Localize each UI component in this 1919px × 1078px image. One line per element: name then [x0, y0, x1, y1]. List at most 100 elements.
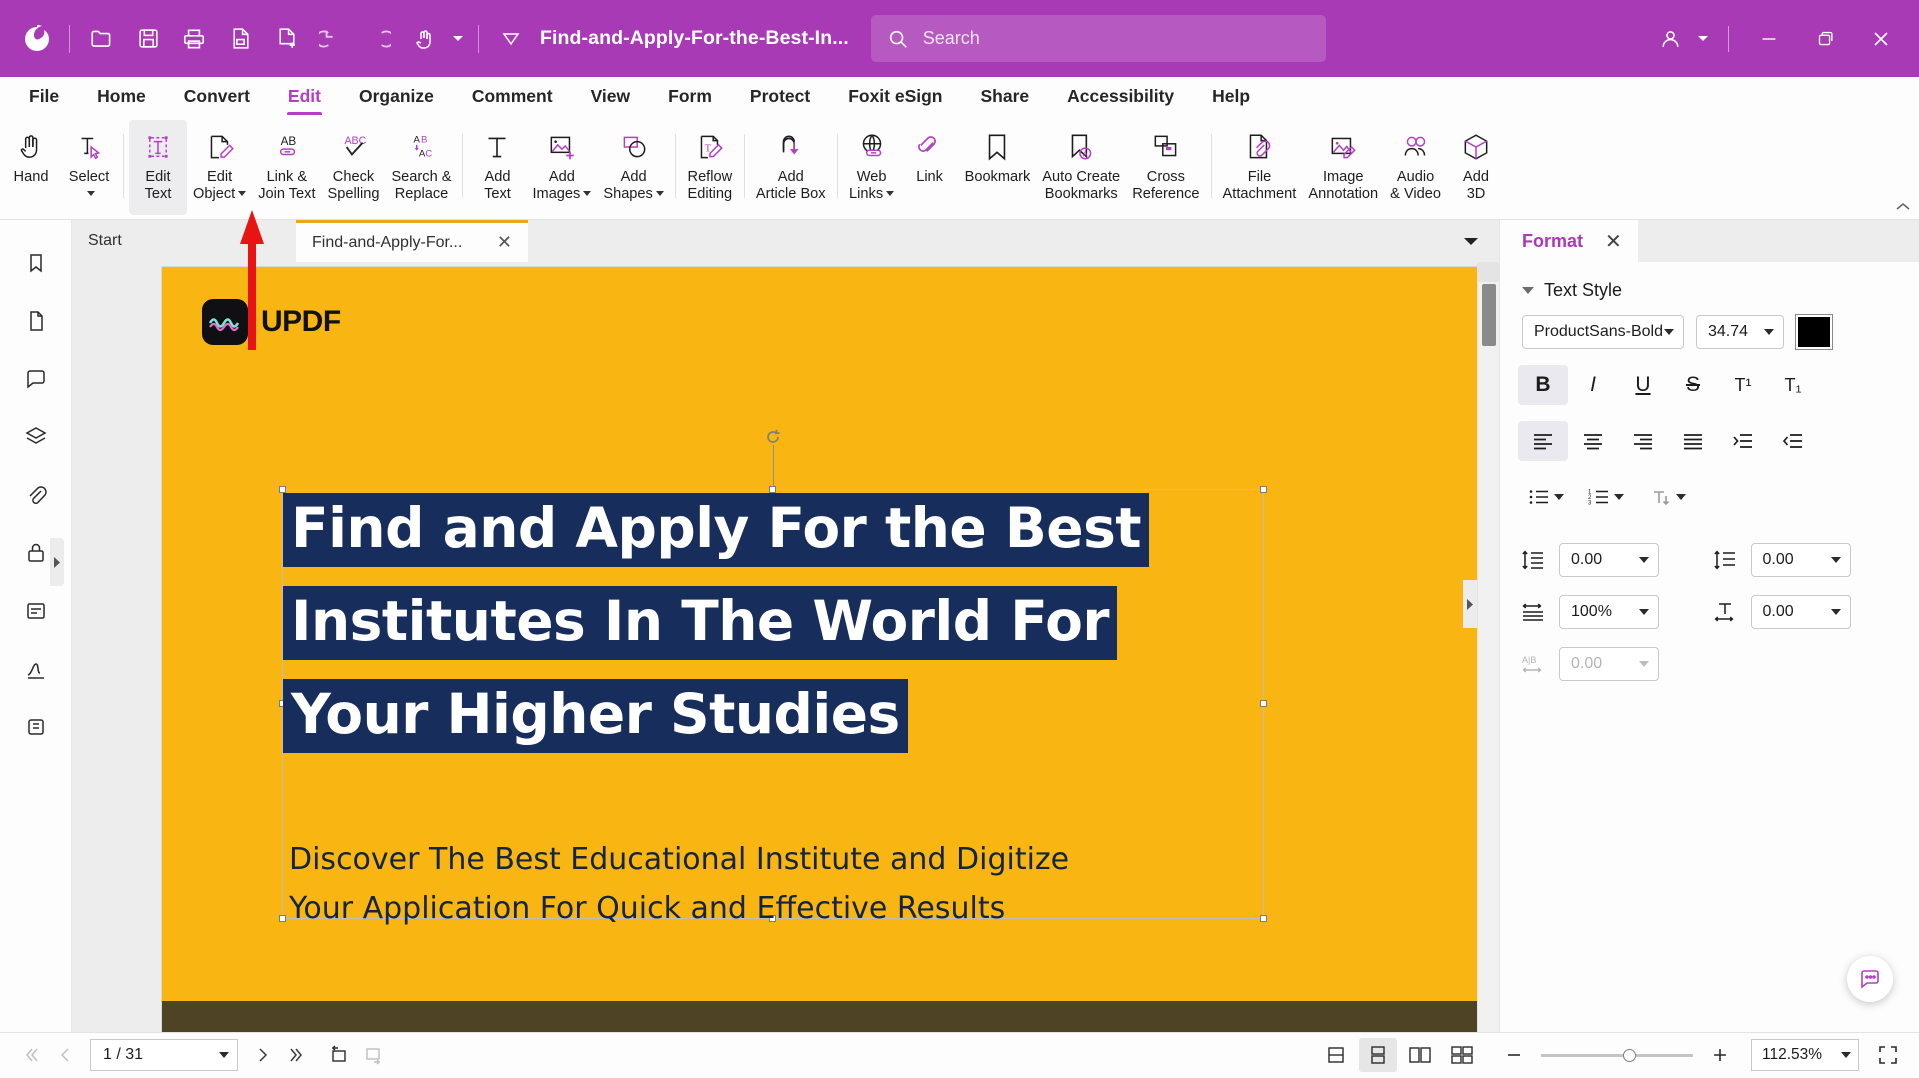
font-family-select[interactable]: ProductSans-Bold [1522, 315, 1684, 349]
decrease-indent-button[interactable] [1768, 421, 1818, 461]
accessibility-panel-icon[interactable] [13, 704, 59, 750]
horizontal-scale-select[interactable]: 100% [1559, 595, 1659, 629]
comments-panel-icon[interactable] [13, 356, 59, 402]
ribbon-button-check-spelling[interactable]: ABCCheckSpelling [322, 120, 386, 215]
menu-item-accessibility[interactable]: Accessibility [1048, 77, 1193, 115]
restore-button[interactable] [1797, 11, 1853, 67]
new-document-icon[interactable] [263, 16, 309, 62]
search-input[interactable]: Search [871, 15, 1326, 62]
font-color-swatch[interactable] [1796, 315, 1832, 349]
first-page-button[interactable] [14, 1038, 48, 1072]
two-page-view-button[interactable] [1401, 1038, 1439, 1072]
ribbon-button-hand[interactable]: Hand [2, 120, 60, 215]
resize-handle-se[interactable] [1260, 915, 1267, 922]
align-left-button[interactable] [1518, 421, 1568, 461]
page-thumbnails-icon[interactable] [13, 298, 59, 344]
single-page-view-button[interactable] [1317, 1038, 1355, 1072]
menu-item-protect[interactable]: Protect [731, 77, 829, 115]
ribbon-button-web-links[interactable]: WebLinks [843, 120, 901, 215]
tab-start[interactable]: Start [72, 220, 296, 262]
chevron-down-icon[interactable] [238, 191, 246, 196]
email-document-icon[interactable] [217, 16, 263, 62]
menu-item-comment[interactable]: Comment [453, 77, 572, 115]
expand-left-panel-button[interactable] [50, 538, 64, 586]
increase-indent-button[interactable] [1718, 421, 1768, 461]
ribbon-button-add-article-box[interactable]: AddArticle Box [750, 120, 832, 215]
font-size-select[interactable]: 34.74 [1696, 315, 1784, 349]
chevron-down-icon[interactable] [87, 191, 95, 196]
scroll-up-button[interactable] [1478, 262, 1499, 282]
ribbon-button-add-images[interactable]: AddImages [526, 120, 597, 215]
italic-button[interactable]: I [1568, 365, 1618, 405]
account-dropdown-icon[interactable] [1690, 11, 1716, 67]
close-button[interactable] [1853, 11, 1909, 67]
signatures-panel-icon[interactable] [13, 646, 59, 692]
tab-overflow-button[interactable] [1463, 234, 1479, 252]
menu-item-file[interactable]: File [10, 77, 78, 115]
page-number-input[interactable]: 1 / 31 [90, 1039, 238, 1071]
ribbon-button-audio-video[interactable]: Audio& Video [1384, 120, 1447, 215]
prev-page-button[interactable] [48, 1038, 82, 1072]
open-file-icon[interactable] [79, 16, 125, 62]
menu-item-convert[interactable]: Convert [165, 77, 269, 115]
scrollbar-thumb[interactable] [1482, 284, 1496, 346]
hand-tool-icon[interactable] [401, 16, 447, 62]
ribbon-button-link-join-text[interactable]: ABLink &Join Text [252, 120, 321, 215]
foxit-logo-icon[interactable] [14, 16, 60, 62]
previous-view-button[interactable] [322, 1038, 356, 1072]
ribbon-button-add-3d[interactable]: Add3D [1447, 120, 1505, 215]
tab-close-icon[interactable]: ✕ [497, 232, 512, 253]
continuous-view-button[interactable] [1359, 1038, 1397, 1072]
numbered-list-button[interactable]: 123 [1578, 477, 1634, 517]
ribbon-button-edit-object[interactable]: EditObject [187, 120, 252, 215]
tab-format[interactable]: Format ✕ [1500, 220, 1638, 262]
pdf-page[interactable]: UPDF [162, 267, 1477, 1032]
next-view-button[interactable] [356, 1038, 390, 1072]
ribbon-collapse-button[interactable] [1896, 200, 1910, 215]
collapse-right-panel-button[interactable] [1463, 580, 1477, 628]
undo-icon[interactable] [309, 16, 355, 62]
text-selection-box[interactable]: Find and Apply For the Best Institutes I… [282, 489, 1264, 919]
ribbon-button-file-attachment[interactable]: FileAttachment [1217, 120, 1303, 215]
ribbon-button-auto-create-bookmarks[interactable]: AAuto CreateBookmarks [1036, 120, 1126, 215]
chevron-down-icon[interactable] [656, 191, 664, 196]
rotate-handle[interactable] [764, 428, 782, 446]
strikethrough-button[interactable]: S [1668, 365, 1718, 405]
next-page-button[interactable] [246, 1038, 280, 1072]
zoom-slider-handle[interactable] [1623, 1049, 1636, 1062]
menu-item-organize[interactable]: Organize [340, 77, 453, 115]
zoom-in-button[interactable] [1703, 1038, 1737, 1072]
menu-item-view[interactable]: View [572, 77, 650, 115]
tab-document[interactable]: Find-and-Apply-For... ✕ [296, 220, 528, 262]
two-page-continuous-view-button[interactable] [1443, 1038, 1481, 1072]
paragraph-spacing-select[interactable]: 0.00 [1751, 543, 1851, 577]
zoom-level-input[interactable]: 112.53% [1751, 1039, 1859, 1071]
subscript-button[interactable]: T₁ [1768, 365, 1818, 405]
last-page-button[interactable] [280, 1038, 314, 1072]
menu-item-share[interactable]: Share [962, 77, 1049, 115]
superscript-button[interactable]: T¹ [1718, 365, 1768, 405]
menu-item-edit[interactable]: Edit [269, 77, 340, 115]
resize-handle-sw[interactable] [279, 915, 286, 922]
char-spacing-select[interactable]: 0.00 [1751, 595, 1851, 629]
page-canvas[interactable]: UPDF [72, 262, 1477, 1032]
zoom-out-button[interactable] [1497, 1038, 1531, 1072]
ribbon-button-reflow-editing[interactable]: TReflowEditing [681, 120, 739, 215]
attachments-panel-icon[interactable] [13, 472, 59, 518]
word-spacing-select[interactable]: 0.00 [1559, 647, 1659, 681]
hand-tool-dropdown-icon[interactable] [447, 16, 469, 62]
layers-panel-icon[interactable] [13, 414, 59, 460]
redo-icon[interactable] [355, 16, 401, 62]
ribbon-button-edit-text[interactable]: EditText [129, 120, 187, 215]
menu-item-home[interactable]: Home [78, 77, 165, 115]
ribbon-button-select[interactable]: Select [60, 120, 118, 215]
bookmarks-panel-icon[interactable] [13, 240, 59, 286]
ribbon-button-add-shapes[interactable]: AddShapes [597, 120, 670, 215]
ribbon-button-image-annotation[interactable]: ImageAnnotation [1302, 120, 1384, 215]
fields-panel-icon[interactable] [13, 588, 59, 634]
minimize-button[interactable] [1741, 11, 1797, 67]
vertical-scrollbar[interactable] [1477, 262, 1499, 1032]
ribbon-button-search-replace[interactable]: ABACSearch &Replace [385, 120, 457, 215]
zoom-slider[interactable] [1541, 1054, 1693, 1057]
line-spacing-select[interactable]: 0.00 [1559, 543, 1659, 577]
